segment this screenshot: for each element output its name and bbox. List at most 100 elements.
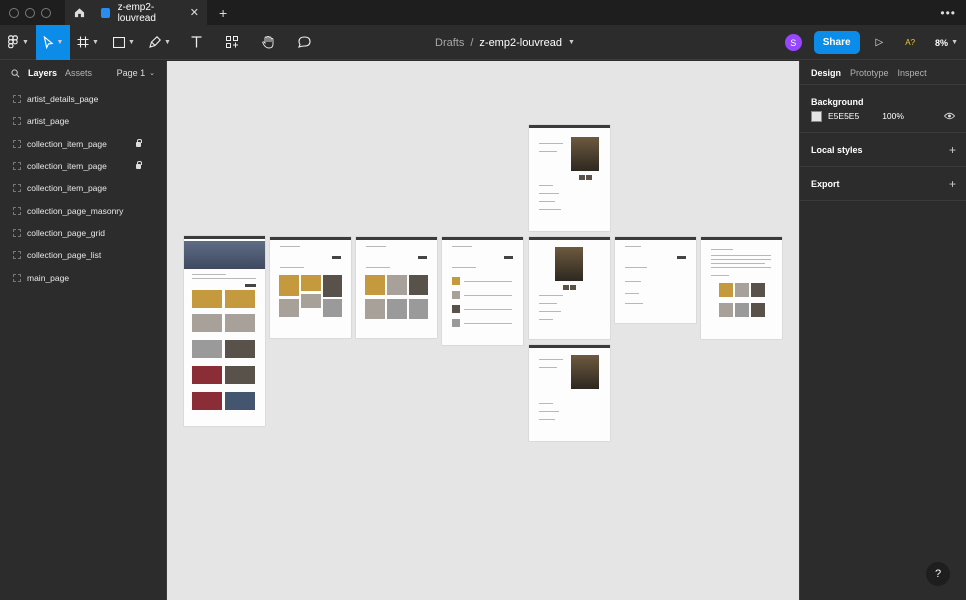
- layer-name: collection_page_masonry: [27, 205, 124, 216]
- comment-tool-button[interactable]: [286, 25, 322, 60]
- chevron-down-icon: ▼: [164, 38, 171, 46]
- layer-item[interactable]: collection_item_page: [0, 155, 166, 177]
- home-icon[interactable]: [65, 0, 93, 25]
- present-play-icon[interactable]: ▷: [876, 37, 884, 48]
- shape-tool-button[interactable]: ▼: [106, 25, 142, 60]
- layer-name: collection_item_page: [27, 161, 107, 172]
- pen-tool-button[interactable]: ▼: [142, 25, 178, 60]
- page-selector-label: Page 1: [116, 68, 146, 78]
- close-tab-icon[interactable]: ✕: [190, 6, 199, 19]
- layer-item[interactable]: artist_details_page: [0, 88, 166, 110]
- frame-icon: [13, 206, 21, 215]
- frame-main-page[interactable]: [184, 236, 265, 426]
- frame-icon: [77, 36, 89, 48]
- components-icon: [226, 36, 238, 48]
- page-selector[interactable]: Page 1 ⌄: [117, 68, 155, 78]
- breadcrumb: Drafts / z-emp2-louvread ▼: [435, 25, 575, 60]
- tab-inspect[interactable]: Inspect: [898, 68, 927, 78]
- background-hex-input[interactable]: E5E5E5: [828, 111, 859, 121]
- frame-collection-page-list[interactable]: [442, 237, 523, 345]
- frame-collection-item-page-2[interactable]: [529, 237, 610, 339]
- title-bar: z-emp2-louvread ✕ + •••: [0, 0, 966, 25]
- frame-artist-page[interactable]: [615, 237, 696, 323]
- text-icon: [191, 36, 201, 48]
- chevron-down-icon: ▼: [22, 38, 29, 46]
- chevron-down-icon[interactable]: ▼: [568, 39, 575, 46]
- accessibility-check-button[interactable]: A?: [905, 38, 915, 47]
- chevron-down-icon: ▼: [92, 38, 99, 46]
- layer-item[interactable]: collection_page_masonry: [0, 199, 166, 221]
- figma-file-icon: [101, 7, 110, 18]
- move-tool-button[interactable]: ▼: [36, 24, 70, 60]
- tab-prototype[interactable]: Prototype: [850, 68, 889, 78]
- share-button[interactable]: Share: [813, 31, 860, 54]
- eye-icon[interactable]: [944, 112, 955, 120]
- user-avatar[interactable]: S: [784, 34, 802, 51]
- search-icon[interactable]: [11, 68, 20, 78]
- frame-icon: [13, 228, 21, 237]
- chevron-down-icon: ▼: [128, 38, 135, 46]
- maximize-window-button[interactable]: [41, 7, 51, 18]
- layer-item[interactable]: main_page: [0, 266, 166, 288]
- zoom-dropdown[interactable]: 8% ▼: [935, 38, 958, 48]
- minimize-window-button[interactable]: [25, 7, 35, 18]
- add-export-icon[interactable]: +: [949, 177, 956, 191]
- export-section: Export +: [800, 167, 966, 201]
- layer-name: collection_page_grid: [27, 227, 105, 238]
- frame-collection-page-masonry[interactable]: [270, 237, 351, 338]
- background-color-swatch[interactable]: [811, 110, 822, 122]
- cursor-icon: [43, 35, 54, 49]
- hand-icon: [262, 35, 274, 48]
- breadcrumb-drafts[interactable]: Drafts: [435, 37, 464, 49]
- background-opacity-input[interactable]: 100%: [882, 111, 904, 121]
- layer-item[interactable]: artist_page: [0, 110, 166, 132]
- frame-tool-button[interactable]: ▼: [70, 25, 106, 60]
- window-controls[interactable]: [0, 7, 51, 18]
- frame-icon: [13, 184, 21, 193]
- frame-collection-item-page-3[interactable]: [529, 345, 610, 441]
- layer-name: main_page: [27, 272, 70, 283]
- canvas[interactable]: [167, 61, 799, 600]
- layer-item[interactable]: collection_item_page: [0, 177, 166, 199]
- resources-tool-button[interactable]: [214, 25, 250, 60]
- lock-icon[interactable]: [136, 160, 142, 169]
- tab-layers[interactable]: Layers: [28, 68, 57, 78]
- chevron-down-icon: ▼: [56, 38, 64, 46]
- help-button[interactable]: ?: [926, 562, 950, 586]
- layer-item[interactable]: collection_item_page: [0, 133, 166, 155]
- hand-tool-button[interactable]: [250, 25, 286, 60]
- file-name[interactable]: z-emp2-louvread: [479, 37, 562, 49]
- frame-artist-details-page[interactable]: [701, 237, 782, 339]
- tab-assets[interactable]: Assets: [65, 68, 92, 78]
- file-tab-title: z-emp2-louvread: [117, 1, 156, 24]
- more-options-icon[interactable]: •••: [940, 6, 956, 20]
- frame-icon: [13, 117, 21, 126]
- layer-list: artist_details_page artist_page collection…: [0, 88, 166, 289]
- pen-icon: [149, 36, 161, 48]
- frame-collection-item-page-1[interactable]: [529, 125, 610, 231]
- export-title: Export: [811, 178, 840, 189]
- lock-icon[interactable]: [136, 138, 142, 147]
- close-window-button[interactable]: [9, 7, 19, 18]
- add-style-icon[interactable]: +: [949, 143, 956, 157]
- layer-item[interactable]: collection_page_grid: [0, 222, 166, 244]
- file-tab[interactable]: z-emp2-louvread ✕: [93, 0, 207, 25]
- frame-icon: [13, 273, 21, 282]
- frame-collection-page-grid[interactable]: [356, 237, 437, 338]
- layer-item[interactable]: collection_page_list: [0, 244, 166, 266]
- local-styles-title: Local styles: [811, 144, 863, 155]
- layer-name: collection_item_page: [27, 183, 107, 194]
- chevron-down-icon: ▼: [951, 39, 958, 46]
- layers-panel-header: Layers Assets Page 1 ⌄: [0, 61, 166, 85]
- zoom-level: 8%: [935, 37, 949, 48]
- tab-design[interactable]: Design: [811, 68, 841, 78]
- new-tab-button[interactable]: +: [219, 5, 227, 21]
- background-section: Background E5E5E5 100%: [800, 85, 966, 133]
- background-fill-row[interactable]: E5E5E5 100%: [811, 110, 955, 132]
- figma-logo-icon: [8, 35, 18, 49]
- toolbar-right: S Share ▷ A? 8% ▼: [784, 25, 966, 60]
- layers-panel: Layers Assets Page 1 ⌄ artist_details_pa…: [0, 61, 167, 600]
- layer-name: artist_details_page: [27, 94, 99, 105]
- main-menu-button[interactable]: ▼: [0, 25, 36, 60]
- text-tool-button[interactable]: [178, 25, 214, 60]
